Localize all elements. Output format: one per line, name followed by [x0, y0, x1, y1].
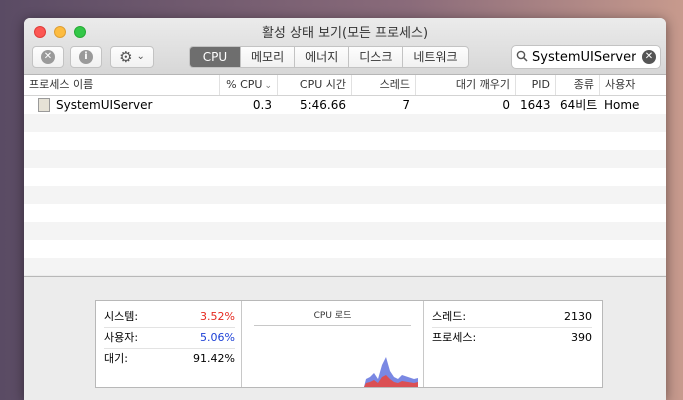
- stat-user: 사용자: 5.06%: [104, 328, 235, 349]
- stat-threads-value: 2130: [564, 310, 592, 323]
- column-threads[interactable]: 스레드: [351, 75, 415, 95]
- stat-processes-label: 프로세스:: [432, 331, 477, 344]
- table-body: SystemUIServer 0.3 5:46.66 7 0 1643 64비트…: [24, 96, 666, 275]
- summary-area: 시스템: 3.52% 사용자: 5.06% 대기: 91.42% CPU 로드: [24, 276, 666, 400]
- process-table: 프로세스 이름 % CPU ⌄ CPU 시간 스레드 대기 깨우기 PID 종류 …: [24, 75, 666, 275]
- empty-row: [24, 186, 666, 204]
- inspect-process-button[interactable]: i: [70, 46, 102, 68]
- summary-panel: 시스템: 3.52% 사용자: 5.06% 대기: 91.42% CPU 로드: [95, 300, 603, 388]
- empty-row: [24, 150, 666, 168]
- column-process-name[interactable]: 프로세스 이름: [24, 75, 219, 95]
- graph-divider: [254, 325, 411, 326]
- stat-processes: 프로세스: 390: [432, 328, 592, 348]
- clear-search-icon[interactable]: ✕: [642, 50, 656, 64]
- stat-threads-label: 스레드:: [432, 310, 467, 323]
- column-cpu-percent-label: % CPU: [226, 78, 263, 91]
- table-row[interactable]: SystemUIServer 0.3 5:46.66 7 0 1643 64비트…: [24, 96, 666, 114]
- stat-threads: 스레드: 2130: [432, 307, 592, 328]
- toolbar: 활성 상태 보기(모든 프로세스) ✕ i ⚙ ⌄ CPU 메모리 에너지 디스…: [24, 18, 666, 75]
- table-header: 프로세스 이름 % CPU ⌄ CPU 시간 스레드 대기 깨우기 PID 종류 …: [24, 75, 666, 96]
- stat-system-label: 시스템:: [104, 310, 139, 323]
- column-pid[interactable]: PID: [515, 75, 555, 95]
- cell-pid: 1643: [520, 98, 551, 112]
- column-cpu-time[interactable]: CPU 시간: [277, 75, 351, 95]
- tab-network[interactable]: 네트워크: [402, 47, 467, 67]
- activity-monitor-window: 활성 상태 보기(모든 프로세스) ✕ i ⚙ ⌄ CPU 메모리 에너지 디스…: [24, 18, 666, 400]
- empty-row: [24, 258, 666, 275]
- stat-processes-value: 390: [571, 331, 592, 344]
- tab-energy[interactable]: 에너지: [294, 47, 348, 67]
- cell-cpu-time: 5:46.66: [299, 98, 346, 112]
- stat-user-value: 5.06%: [200, 331, 235, 344]
- gear-icon: ⚙: [119, 48, 133, 66]
- empty-row: [24, 204, 666, 222]
- tab-disk[interactable]: 디스크: [348, 47, 402, 67]
- cell-threads: 7: [402, 98, 410, 112]
- cell-kind: 64비트: [560, 98, 598, 112]
- sort-chevron-icon: ⌄: [264, 81, 272, 91]
- process-name-text: SystemUIServer: [56, 98, 153, 112]
- action-menu-button[interactable]: ⚙ ⌄: [110, 46, 154, 68]
- search-input[interactable]: [532, 49, 636, 65]
- window-title: 활성 상태 보기(모든 프로세스): [261, 26, 429, 41]
- stat-system-value: 3.52%: [200, 310, 235, 323]
- column-kind[interactable]: 종류: [555, 75, 599, 95]
- empty-row: [24, 114, 666, 132]
- stat-idle: 대기: 91.42%: [104, 349, 235, 369]
- column-cpu-percent[interactable]: % CPU ⌄: [219, 75, 277, 95]
- cell-cpu-percent: 0.3: [252, 98, 272, 112]
- stat-user-label: 사용자:: [104, 331, 139, 344]
- cpu-load-graph: CPU 로드: [242, 301, 424, 387]
- cell-user: Home: [604, 98, 640, 112]
- cell-idle-wakeups: 0: [502, 98, 510, 112]
- quit-process-button[interactable]: ✕: [32, 46, 64, 68]
- info-icon: i: [79, 50, 93, 64]
- column-idle-wakeups[interactable]: 대기 깨우기: [415, 75, 515, 95]
- process-counts: 스레드: 2130 프로세스: 390: [424, 301, 602, 387]
- empty-row: [24, 132, 666, 150]
- tab-bar: CPU 메모리 에너지 디스크 네트워크: [189, 46, 469, 68]
- app-document-icon: [38, 98, 50, 112]
- cpu-stats: 시스템: 3.52% 사용자: 5.06% 대기: 91.42%: [96, 301, 242, 387]
- cell-process-name: SystemUIServer: [24, 96, 219, 114]
- stat-system: 시스템: 3.52%: [104, 307, 235, 328]
- search-field[interactable]: ✕: [511, 45, 661, 69]
- empty-row: [24, 222, 666, 240]
- graph-title: CPU 로드: [313, 311, 352, 321]
- stat-idle-value: 91.42%: [193, 352, 235, 365]
- stat-idle-label: 대기:: [104, 352, 128, 365]
- tab-cpu[interactable]: CPU: [190, 47, 240, 67]
- chevron-down-icon: ⌄: [136, 51, 145, 62]
- tab-memory[interactable]: 메모리: [240, 47, 294, 67]
- search-icon: [516, 50, 528, 65]
- close-x-icon: ✕: [41, 50, 55, 64]
- empty-row: [24, 168, 666, 186]
- column-user[interactable]: 사용자: [599, 75, 666, 95]
- cpu-load-sparkline: [364, 357, 418, 387]
- empty-row: [24, 240, 666, 258]
